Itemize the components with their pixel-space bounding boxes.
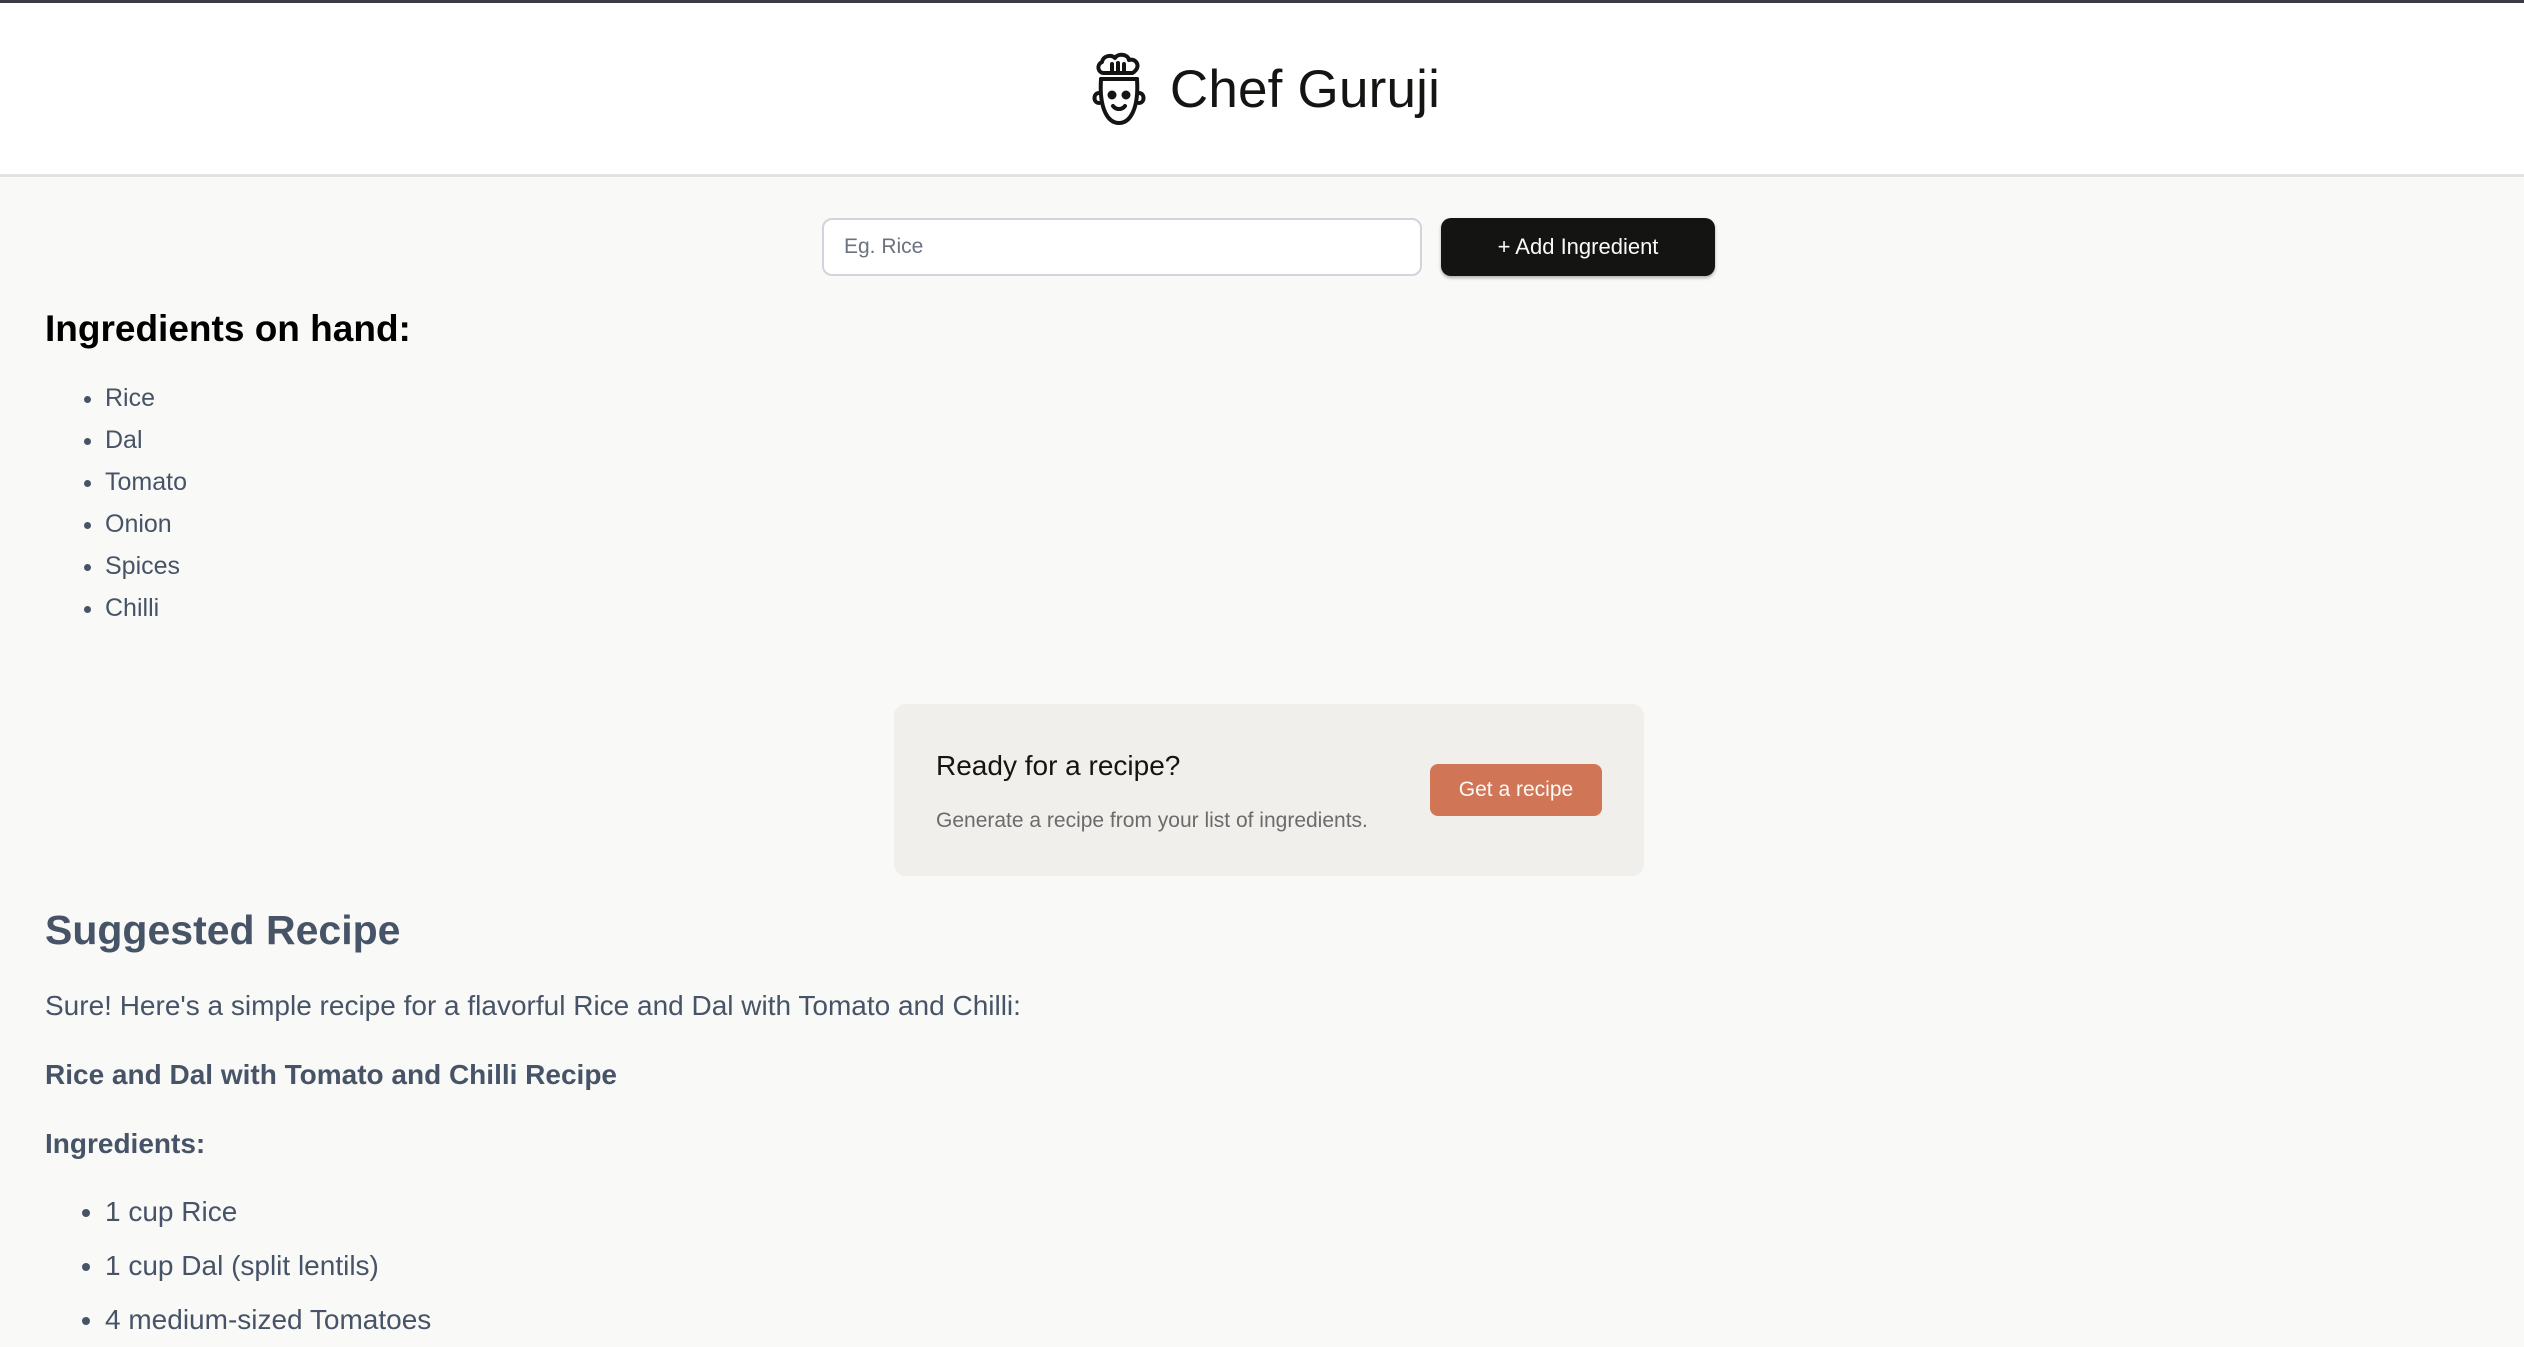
recipe-ingredient-item: 4 medium-sized Tomatoes <box>105 1293 2445 1347</box>
cta-text: Ready for a recipe? Generate a recipe fr… <box>936 747 1368 833</box>
brand: Chef Guruji <box>1084 51 1440 129</box>
recipe-ingredients-list: 1 cup Rice 1 cup Dal (split lentils) 4 m… <box>45 1185 2445 1347</box>
recipe-intro: Sure! Here's a simple recipe for a flavo… <box>45 990 1021 1021</box>
site-header: Chef Guruji <box>0 3 2524 177</box>
ingredients-heading: Ingredients on hand: <box>45 308 411 349</box>
ingredients-list: Rice Dal Tomato Onion Spices Chilli <box>45 377 411 629</box>
ingredients-section: Ingredients on hand: Rice Dal Tomato Oni… <box>45 303 411 629</box>
add-ingredient-form: + Add Ingredient <box>822 218 1715 276</box>
get-recipe-card: Ready for a recipe? Generate a recipe fr… <box>894 704 1644 876</box>
ingredient-item: Dal <box>105 419 411 461</box>
suggested-recipe-section: Suggested Recipe Sure! Here's a simple r… <box>45 900 2445 1347</box>
get-recipe-button[interactable]: Get a recipe <box>1430 764 1602 816</box>
ingredient-item: Chilli <box>105 587 411 629</box>
ingredient-item: Spices <box>105 545 411 587</box>
ingredient-input[interactable] <box>822 218 1422 276</box>
recipe-heading: Suggested Recipe <box>45 907 401 953</box>
cta-title: Ready for a recipe? <box>936 750 1181 781</box>
app-title: Chef Guruji <box>1169 60 1441 119</box>
recipe-name: Rice and Dal with Tomato and Chilli Reci… <box>45 1059 618 1090</box>
ingredient-item: Onion <box>105 503 411 545</box>
recipe-ingredient-item: 1 cup Rice <box>105 1185 2445 1239</box>
recipe-ingredients-heading: Ingredients: <box>45 1128 206 1159</box>
chef-face-icon <box>1092 52 1146 125</box>
add-ingredient-button[interactable]: + Add Ingredient <box>1441 218 1715 276</box>
cta-subtitle: Generate a recipe from your list of ingr… <box>936 809 1368 832</box>
ingredient-item: Rice <box>105 377 411 419</box>
ingredient-item: Tomato <box>105 461 411 503</box>
recipe-ingredient-item: 1 cup Dal (split lentils) <box>105 1239 2445 1293</box>
